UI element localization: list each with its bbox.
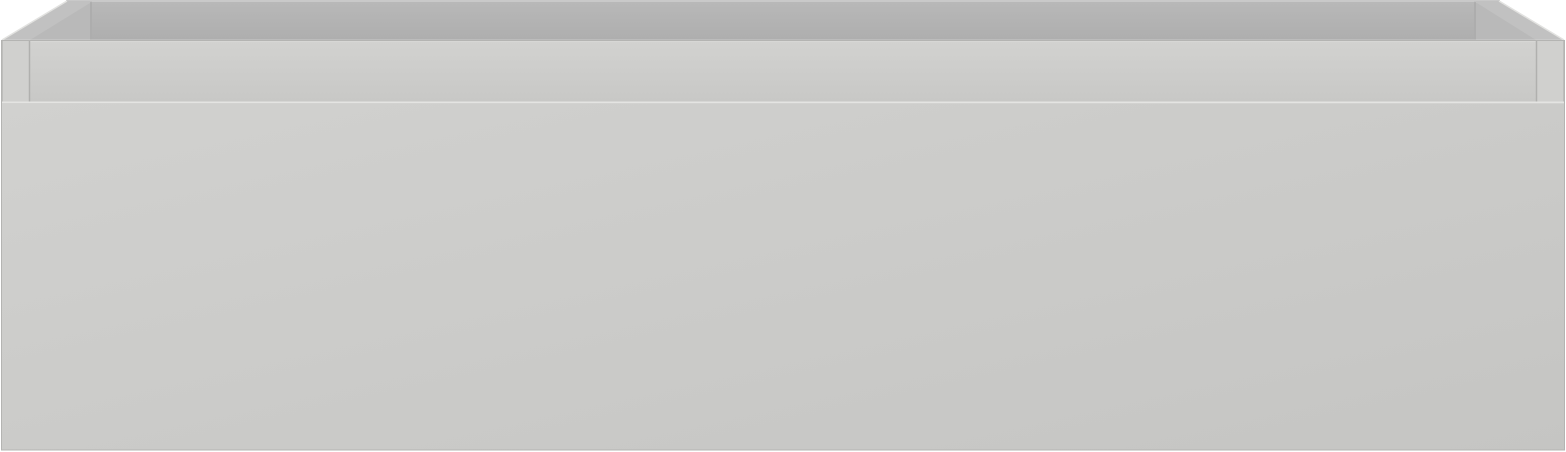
rim-strip	[30, 40, 1536, 102]
left-corner-post	[2, 40, 30, 102]
drawer-illustration	[1, 0, 1565, 451]
right-corner-post	[1536, 40, 1564, 102]
drawer-front-panel	[2, 104, 1564, 450]
inner-back-wall	[90, 2, 1476, 40]
